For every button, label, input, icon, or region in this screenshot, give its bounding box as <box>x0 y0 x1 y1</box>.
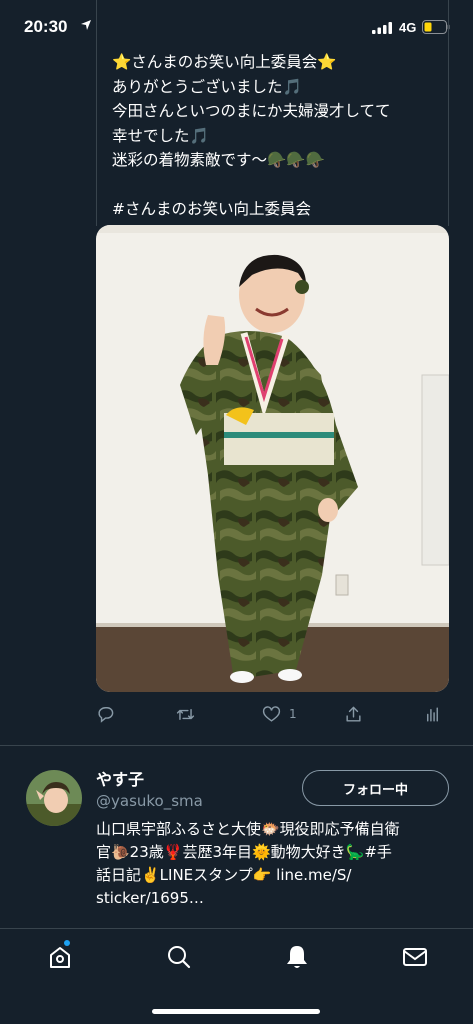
home-icon[interactable] <box>46 943 74 971</box>
tweet-line: 幸せでした🎵 <box>112 126 209 145</box>
avatar[interactable] <box>26 770 82 826</box>
tweet-line: ありがとうございました🎵 <box>112 77 302 96</box>
share-icon <box>346 706 361 722</box>
bio-line: 官🐌23歳🦞芸歴3年目🌞動物大好き🦕#手 <box>96 843 392 861</box>
user-name[interactable]: やす子 <box>96 766 144 790</box>
divider <box>0 745 473 746</box>
home-notification-dot <box>64 940 70 946</box>
reply-icon <box>98 706 114 723</box>
user-bio: 山口県宇部ふるさと大使🐡現役即応予備自衛 官🐌23歳🦞芸歴3年目🌞動物大好き🦕#… <box>96 818 461 910</box>
thread-border-right <box>448 0 449 226</box>
battery-icon <box>422 20 450 34</box>
bio-line: sticker/1695… <box>96 889 204 907</box>
status-time: 20:30 <box>24 17 68 36</box>
reply-button[interactable] <box>96 702 115 726</box>
status-bar: 20:30 4G <box>0 0 473 48</box>
bio-line: 山口県宇部ふるさと大使🐡現役即応予備自衛 <box>96 820 400 838</box>
thread-border-left <box>96 0 97 226</box>
hashtag-link[interactable]: #さんまのお笑い向上委員会 <box>112 197 432 222</box>
tweet-text: ⭐さんまのお笑い向上委員会⭐ ありがとうございました🎵 今田さんといつのまにか夫… <box>112 50 432 222</box>
kimono-photo-illustration <box>96 225 449 692</box>
signal-icon <box>372 22 392 34</box>
bio-line: 話日記✌️LINEスタンプ👉 line.me/S/ <box>96 866 352 884</box>
share-button[interactable] <box>344 702 363 726</box>
network-type: 4G <box>399 20 417 35</box>
analytics-icon <box>427 706 438 722</box>
location-arrow-icon <box>81 20 91 30</box>
retweet-button[interactable] <box>176 702 195 726</box>
avatar-image <box>26 770 82 826</box>
heart-icon <box>262 705 281 722</box>
following-button[interactable]: フォロー中 <box>302 770 449 806</box>
messages-icon[interactable] <box>401 943 429 971</box>
notifications-icon[interactable] <box>283 943 311 971</box>
tab-bar-divider <box>0 928 473 929</box>
tweet-line: ⭐さんまのお笑い向上委員会⭐ <box>112 53 337 71</box>
analytics-button[interactable] <box>423 702 442 726</box>
like-button[interactable]: 1 <box>262 702 297 726</box>
tweet-actions: 1 <box>96 702 446 726</box>
tweet-line: 今田さんといつのまにか夫婦漫才してて <box>112 102 391 120</box>
home-indicator <box>152 1009 320 1014</box>
retweet-icon <box>176 708 195 720</box>
search-icon[interactable] <box>165 943 193 971</box>
tweet-photo[interactable] <box>96 225 449 692</box>
tweet-line: 迷彩の着物素敵です〜🪖🪖🪖 <box>112 151 325 169</box>
user-handle[interactable]: @yasuko_sma <box>96 792 203 810</box>
like-count: 1 <box>289 707 297 721</box>
